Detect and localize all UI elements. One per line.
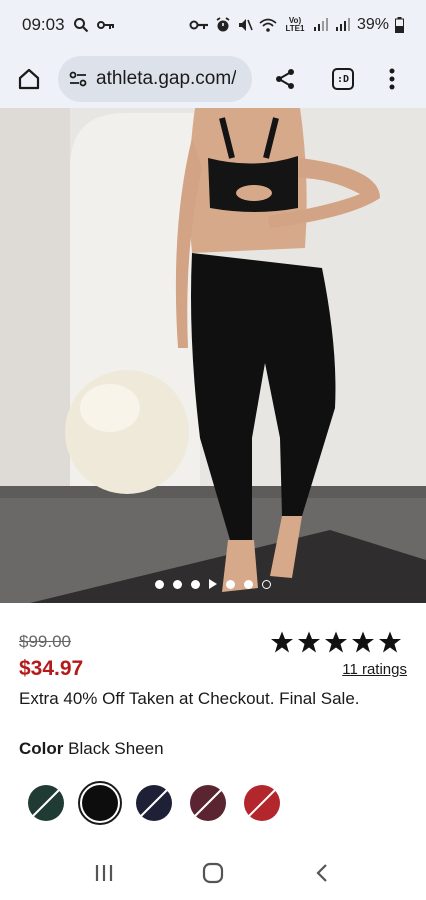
carousel-dot[interactable] [155, 579, 164, 589]
home-icon [18, 68, 40, 90]
home-circle-icon [202, 862, 224, 884]
more-vert-icon [389, 68, 395, 90]
swatch-color [136, 785, 172, 821]
network-label: Vo) LTE1 [285, 16, 305, 33]
key-status-icon [96, 19, 115, 31]
unavailable-slash-icon [193, 788, 223, 818]
color-selection-label: Color Black Sheen [19, 739, 164, 759]
swatch-red[interactable] [242, 783, 282, 823]
rating-stars[interactable] [270, 630, 402, 654]
signal-icon [313, 18, 329, 32]
recent-apps-icon [96, 865, 113, 881]
product-photo [0, 108, 426, 603]
swatch-color [28, 785, 64, 821]
original-price: $99.00 [19, 632, 71, 651]
alarm-icon [215, 17, 231, 33]
swatch-dark-green[interactable] [26, 783, 66, 823]
search-status-icon [73, 17, 89, 33]
address-bar[interactable]: athleta.gap.com/ [58, 56, 252, 102]
swatch-color [82, 785, 118, 821]
wifi-icon [259, 17, 277, 33]
color-label: Color [19, 739, 64, 758]
carousel-pagination [0, 579, 426, 589]
back-chevron-icon [316, 864, 327, 882]
back-button[interactable] [302, 853, 342, 893]
url-text: athleta.gap.com/ [96, 68, 237, 89]
signal-icon-2 [335, 18, 351, 32]
status-bar: 09:03 Vo) LTE1 39% [0, 0, 426, 50]
product-image-carousel[interactable] [0, 108, 426, 603]
tab-switcher-button[interactable]: :D [326, 62, 360, 96]
swatch-color [190, 785, 226, 821]
ratings-link[interactable]: 11 ratings [342, 661, 407, 678]
vpn-key-icon [189, 19, 209, 31]
swatch-color [244, 785, 280, 821]
tab-switcher-icon: :D [332, 68, 354, 90]
star-icon [298, 631, 320, 653]
star-icon [352, 631, 374, 653]
unavailable-slash-icon [139, 788, 169, 818]
carousel-video-play-icon[interactable] [209, 579, 217, 589]
carousel-dot[interactable] [226, 579, 235, 589]
promo-text: Extra 40% Off Taken at Checkout. Final S… [19, 689, 360, 708]
carousel-dot-current[interactable] [262, 579, 271, 589]
unavailable-slash-icon [31, 788, 61, 818]
share-button[interactable] [268, 62, 302, 96]
swatch-burgundy[interactable] [188, 783, 228, 823]
star-icon [325, 631, 347, 653]
mute-icon [237, 17, 253, 33]
site-settings-icon[interactable] [68, 69, 88, 89]
star-icon [379, 631, 401, 653]
browser-menu-button[interactable] [382, 62, 402, 96]
system-nav-bar [0, 846, 426, 900]
recent-apps-button[interactable] [84, 853, 124, 893]
volte-icon: Vo) LTE1 [283, 17, 307, 33]
unavailable-slash-icon [247, 788, 277, 818]
battery-icon [395, 17, 404, 33]
home-nav-button[interactable] [193, 853, 233, 893]
carousel-dot[interactable] [173, 579, 182, 589]
color-value: Black Sheen [68, 739, 164, 758]
sale-price: $34.97 [19, 657, 84, 680]
swatch-black[interactable] [78, 781, 122, 825]
swatch-navy[interactable] [134, 783, 174, 823]
home-button[interactable] [12, 62, 46, 96]
carousel-dot[interactable] [244, 579, 253, 589]
status-time: 09:03 [22, 15, 65, 34]
browser-toolbar: athleta.gap.com/ :D [0, 50, 426, 108]
share-icon [276, 69, 294, 89]
color-swatches [26, 781, 282, 825]
carousel-dot[interactable] [191, 579, 200, 589]
star-icon [271, 631, 293, 653]
tab-indicator: :D [336, 73, 350, 85]
battery-percent: 39% [356, 16, 389, 33]
